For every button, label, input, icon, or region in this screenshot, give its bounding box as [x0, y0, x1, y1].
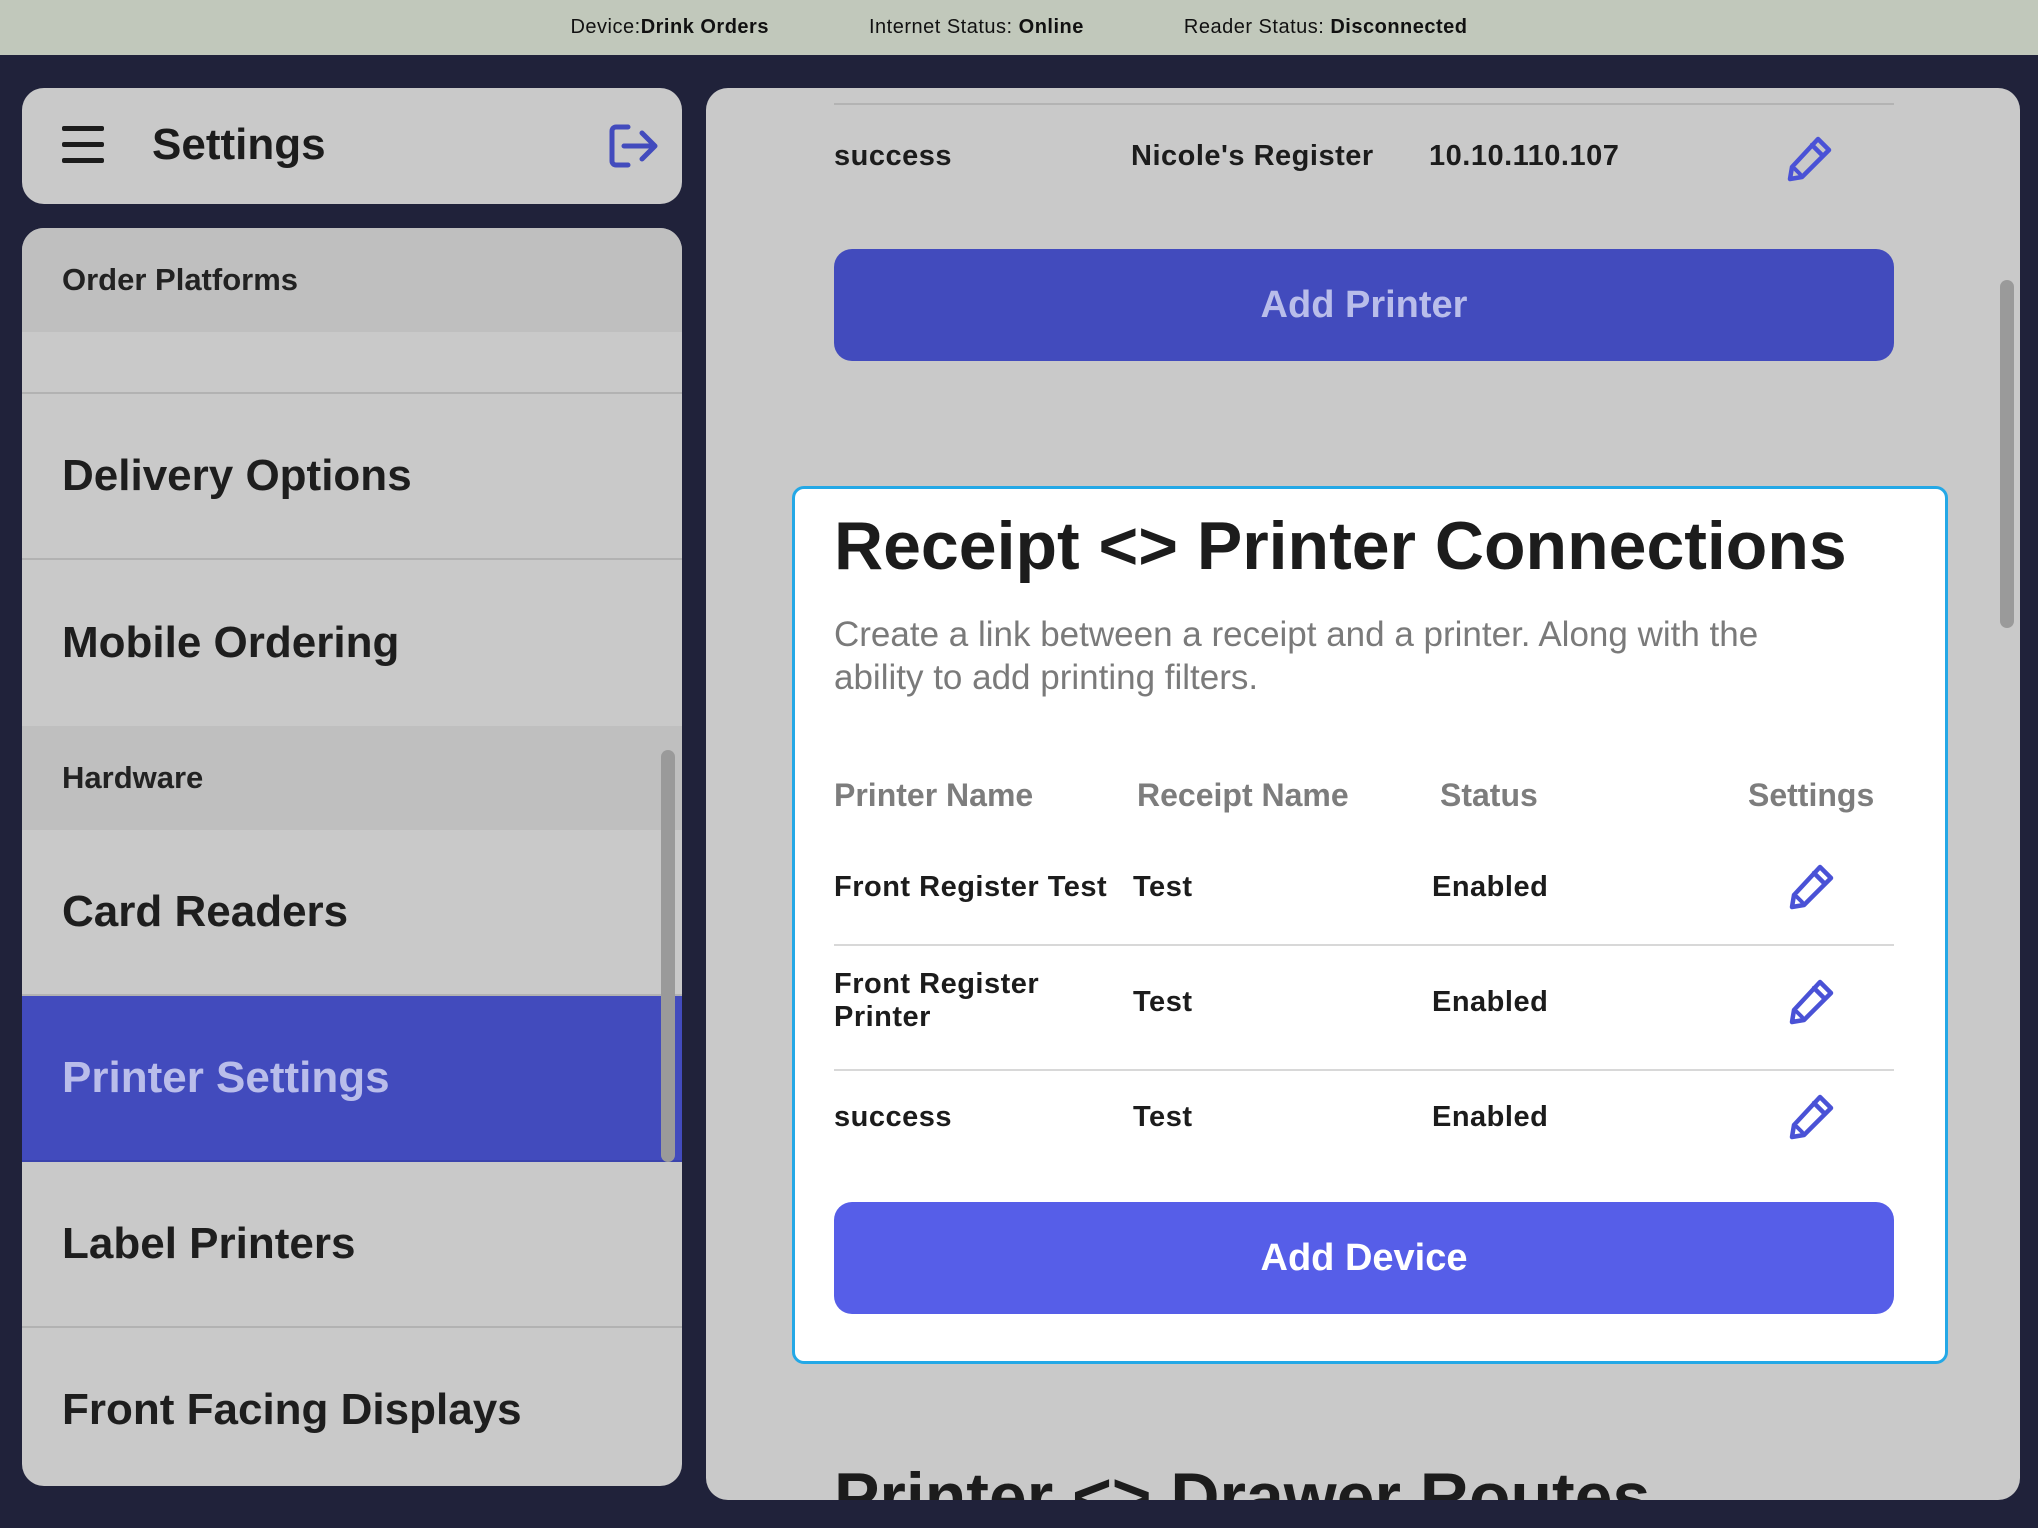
add-device-button[interactable]: Add Device: [834, 1202, 1894, 1314]
divider: [834, 103, 1894, 105]
column-header-status: Status: [1440, 777, 1538, 813]
table-cell-receipt: Test: [1133, 1101, 1193, 1133]
status-bar: Device:Drink Orders Internet Status: Onl…: [0, 0, 2038, 55]
pencil-icon[interactable]: [1787, 1091, 1837, 1141]
table-cell-printer: Front Register Test: [834, 871, 1108, 903]
sidebar-item-delivery-options[interactable]: Delivery Options: [22, 394, 682, 560]
pencil-icon[interactable]: [1785, 133, 1835, 183]
sidebar-title: Settings: [152, 120, 326, 169]
table-cell-receipt: Test: [1133, 986, 1193, 1018]
reader-status-value: Disconnected: [1330, 16, 1468, 38]
row-divider: [834, 944, 1894, 946]
internet-status-value: Online: [1018, 16, 1084, 38]
printer-name: success: [834, 140, 952, 172]
section-title: Receipt <> Printer Connections: [834, 508, 1847, 584]
main-panel: success Nicole's Register 10.10.110.107 …: [706, 88, 2020, 1500]
table-cell-printer: success: [834, 1101, 952, 1133]
table-cell-status: Enabled: [1432, 871, 1549, 903]
logout-icon[interactable]: [608, 122, 660, 170]
menu-spacer: [22, 332, 682, 394]
sidebar-item-mobile-ordering[interactable]: Mobile Ordering: [22, 560, 682, 726]
pencil-icon[interactable]: [1787, 976, 1837, 1026]
sidebar-scrollbar[interactable]: [661, 750, 675, 1162]
printer-drawer-routes-title: Printer <> Drawer Routes: [834, 1459, 1651, 1500]
table-cell-status: Enabled: [1432, 1101, 1549, 1133]
sidebar-item-front-facing-displays[interactable]: Front Facing Displays: [22, 1328, 682, 1486]
column-header-printer-name: Printer Name: [834, 777, 1034, 813]
column-header-settings: Settings: [1748, 777, 1875, 813]
device-name: Drink Orders: [640, 16, 769, 38]
sidebar-menu: Order Platforms Delivery Options Mobile …: [22, 228, 682, 1486]
column-header-receipt-name: Receipt Name: [1137, 777, 1349, 813]
reader-status: Reader Status: Disconnected: [1183, 16, 1468, 38]
receipt-printer-connections-card: Receipt <> Printer Connections Create a …: [792, 486, 1948, 1364]
sidebar-item-card-readers[interactable]: Card Readers: [22, 830, 682, 996]
add-printer-button[interactable]: Add Printer: [834, 249, 1894, 361]
section-description: Create a link between a receipt and a pr…: [834, 615, 1759, 697]
printer-register: Nicole's Register: [1131, 140, 1374, 172]
table-cell-status: Enabled: [1432, 986, 1549, 1018]
row-divider: [834, 1069, 1894, 1071]
section-order-platforms: Order Platforms: [22, 228, 682, 332]
section-hardware: Hardware: [22, 726, 682, 830]
table-cell-printer: Front Register Printer: [834, 968, 1040, 1033]
main-scrollbar[interactable]: [2000, 280, 2014, 628]
sidebar-item-label-printers[interactable]: Label Printers: [22, 1162, 682, 1328]
sidebar-header: Settings: [22, 88, 682, 204]
printer-ip: 10.10.110.107: [1429, 140, 1620, 172]
device-status: Device:Drink Orders: [570, 16, 769, 38]
sidebar-item-printer-settings[interactable]: Printer Settings: [22, 996, 682, 1162]
internet-status: Internet Status: Online: [868, 16, 1084, 38]
hamburger-menu-icon[interactable]: [62, 126, 104, 164]
pencil-icon[interactable]: [1787, 861, 1837, 911]
table-cell-receipt: Test: [1133, 871, 1193, 903]
